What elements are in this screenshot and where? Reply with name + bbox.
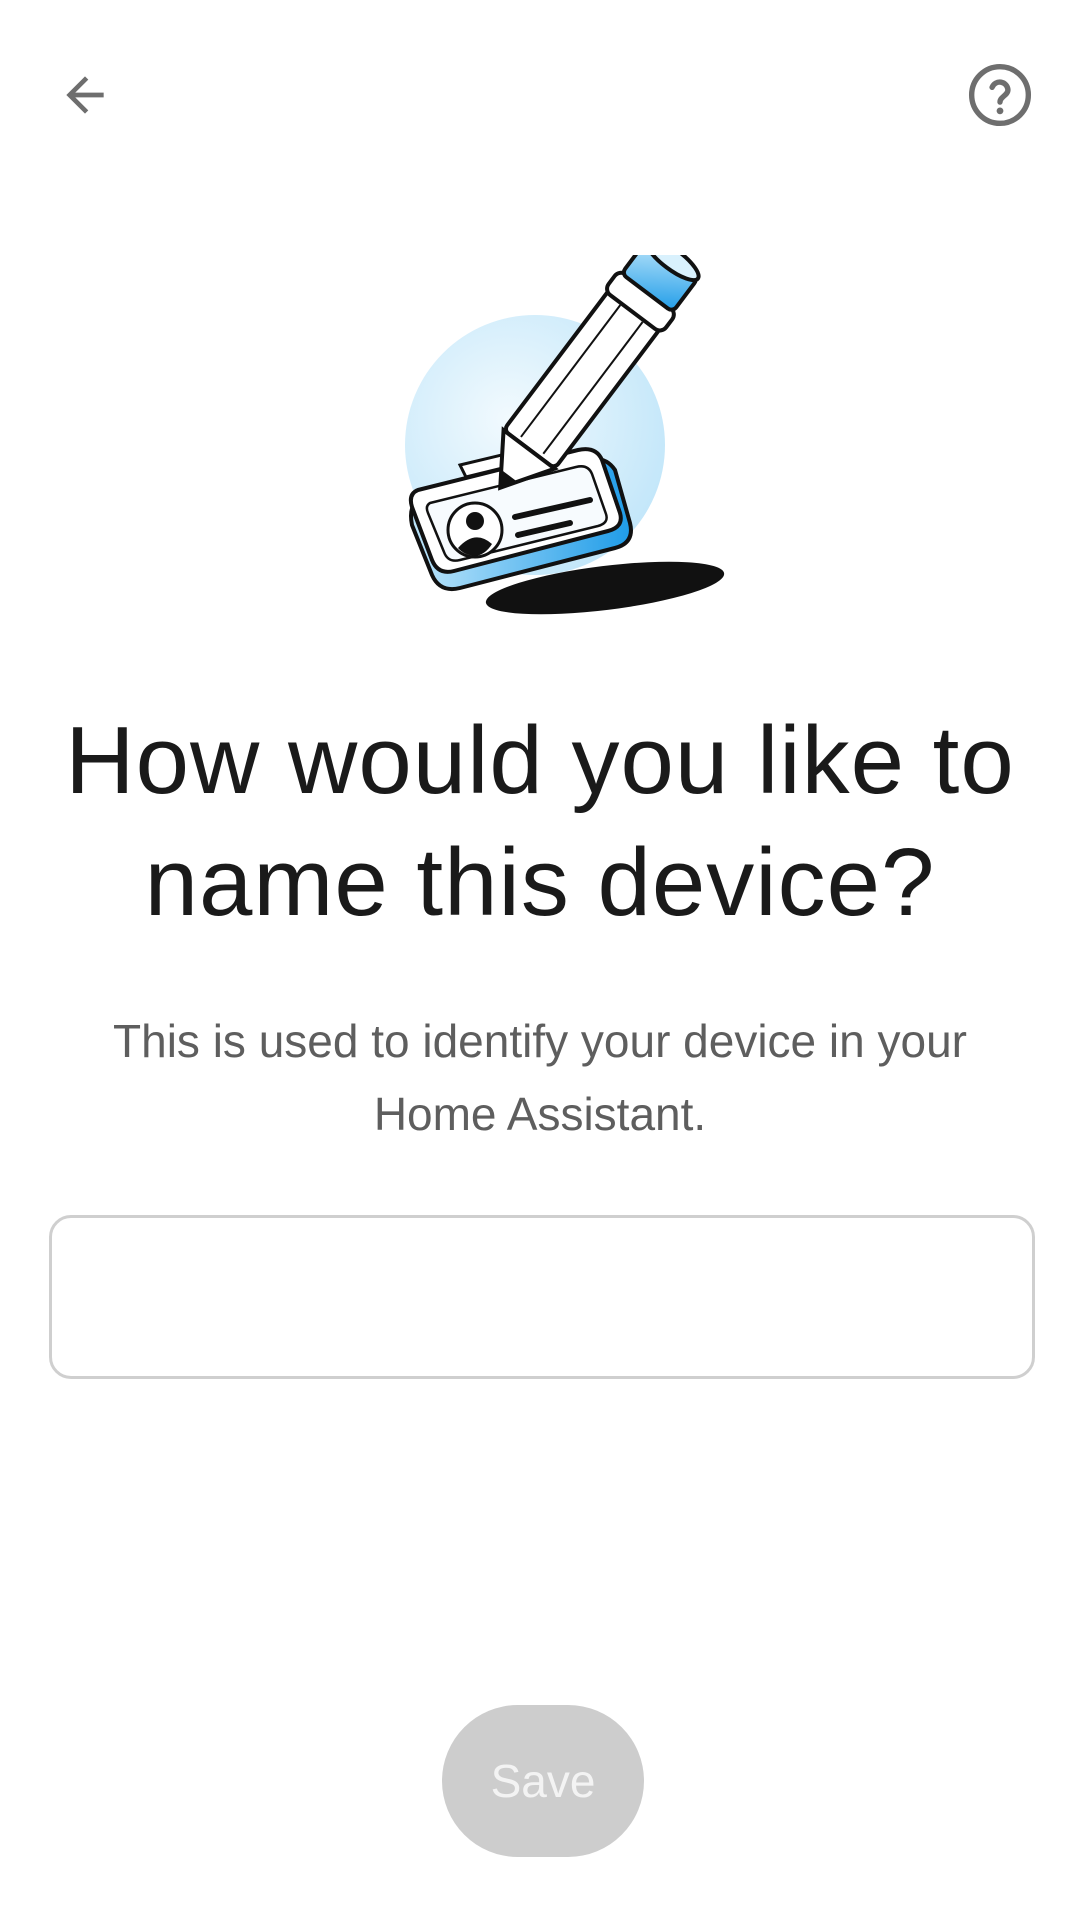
device-name-input[interactable] <box>49 1215 1035 1379</box>
back-button[interactable] <box>40 50 130 140</box>
save-button[interactable]: Save <box>442 1705 644 1857</box>
device-name-illustration <box>390 236 750 635</box>
arrow-left-icon <box>66 76 104 114</box>
page-title: How would you like to name this device? <box>65 707 1015 936</box>
help-circle-icon <box>968 63 1032 127</box>
top-app-bar <box>0 0 1080 200</box>
page-description: This is used to identify your device in … <box>113 1015 967 1140</box>
help-button[interactable] <box>955 50 1045 140</box>
